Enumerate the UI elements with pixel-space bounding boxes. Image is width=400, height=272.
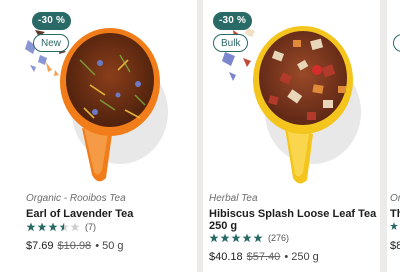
product-card-earl-of-lavender[interactable]: -30 % New Organic - Rooibos Tea Earl of … bbox=[0, 0, 197, 272]
product-weight: • 50 g bbox=[95, 240, 124, 252]
price-row: $40.18 $57.40 • 250 g bbox=[209, 251, 319, 263]
star-full-icon bbox=[253, 233, 263, 243]
product-weight: • 250 g bbox=[284, 251, 319, 263]
star-empty-icon bbox=[70, 222, 80, 232]
review-count[interactable]: (276) bbox=[268, 233, 289, 243]
discount-badge: -30 % bbox=[213, 12, 253, 30]
current-price: $7.69 bbox=[26, 240, 54, 252]
star-full-icon bbox=[209, 233, 219, 243]
star-rating: (276) bbox=[209, 233, 289, 243]
current-price: $8 bbox=[390, 240, 400, 252]
star-full-icon bbox=[390, 222, 398, 230]
discount-badge: -30 % bbox=[32, 12, 72, 30]
product-name-line-2: 250 g bbox=[209, 220, 238, 232]
star-full-icon bbox=[220, 233, 230, 243]
product-card-partial[interactable]: Or Th $8 bbox=[387, 0, 400, 272]
product-name[interactable]: Hibiscus Splash Loose Leaf Tea Bag 250 g bbox=[209, 208, 380, 232]
new-badge: New bbox=[33, 34, 70, 52]
price-row: $7.69 $10.98 • 50 g bbox=[26, 240, 124, 252]
star-full-icon bbox=[242, 233, 252, 243]
product-card-hibiscus-splash[interactable]: -30 % Bulk Herbal Tea Hibiscus Splash Lo… bbox=[203, 0, 380, 272]
original-price: $10.98 bbox=[57, 240, 92, 252]
product-name[interactable]: Earl of Lavender Tea bbox=[26, 208, 133, 220]
review-count[interactable]: (7) bbox=[85, 222, 96, 232]
product-category: Or bbox=[390, 193, 400, 204]
star-rating: (7) bbox=[26, 222, 96, 232]
star-half-icon bbox=[59, 222, 69, 232]
product-name-line-1: Hibiscus Splash Loose Leaf Tea Bag bbox=[209, 208, 380, 220]
star-full-icon bbox=[26, 222, 36, 232]
product-image[interactable] bbox=[0, 0, 197, 190]
original-price: $57.40 bbox=[246, 251, 281, 263]
star-full-icon bbox=[48, 222, 58, 232]
star-full-icon bbox=[37, 222, 47, 232]
product-name[interactable]: Th bbox=[390, 208, 400, 220]
bulk-badge: Bulk bbox=[213, 34, 249, 52]
current-price: $40.18 bbox=[209, 251, 243, 263]
star-full-icon bbox=[231, 233, 241, 243]
tag-badge bbox=[393, 34, 400, 52]
product-category: Herbal Tea bbox=[209, 193, 258, 204]
tea-scoop-image bbox=[25, 28, 168, 182]
product-category: Organic - Rooibos Tea bbox=[26, 193, 126, 204]
